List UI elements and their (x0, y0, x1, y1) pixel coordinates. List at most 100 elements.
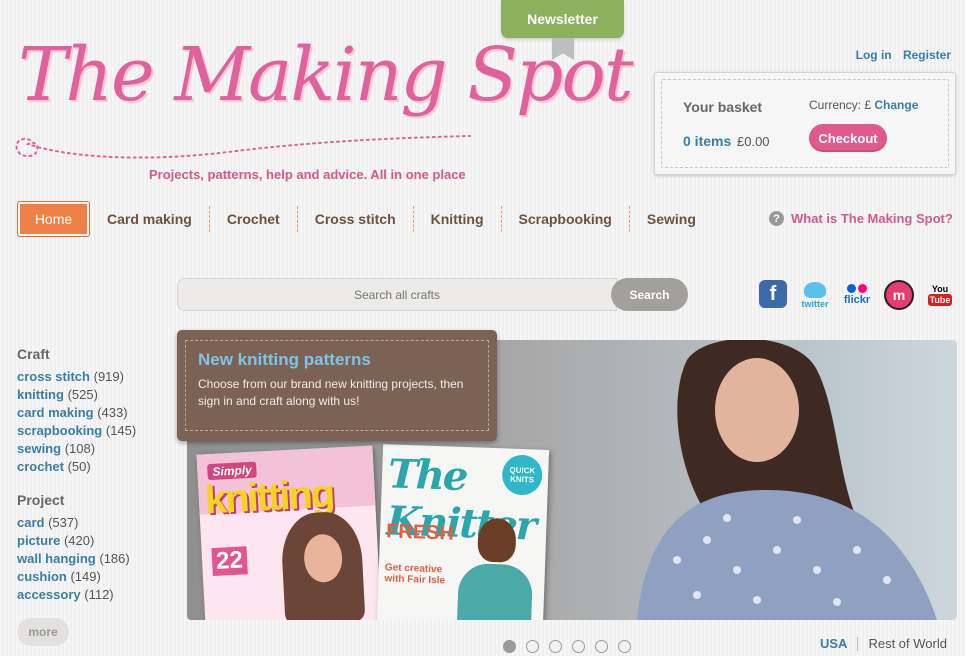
list-item: card making (433) (17, 404, 167, 422)
project-list: card (537) picture (420) wall hanging (1… (17, 514, 167, 604)
list-item: crochet (50) (17, 458, 167, 476)
craft-link[interactable]: knitting (17, 387, 64, 402)
region-usa-link[interactable]: USA (820, 636, 847, 651)
hero-callout[interactable]: New knitting patterns Choose from our br… (177, 330, 497, 441)
flickr-icon[interactable]: flickr (840, 280, 874, 310)
flickr-label: flickr (843, 294, 871, 306)
craft-count: (433) (97, 405, 128, 420)
swirl-icon (15, 135, 471, 159)
list-item: cross stitch (919) (17, 368, 167, 386)
logo[interactable]: The Making Spot (8, 30, 634, 170)
project-count: (186) (99, 551, 130, 566)
flickr-dots-icon (847, 284, 867, 293)
magazine-fair-isle: Get creative with Fair Isle (384, 562, 446, 587)
what-is-link[interactable]: ? What is The Making Spot? (769, 211, 953, 226)
list-item: sewing (108) (17, 440, 167, 458)
nav-sewing[interactable]: Sewing (628, 206, 713, 232)
logo-text: The Making Spot (18, 32, 634, 118)
project-heading: Project (17, 492, 65, 508)
magazine-cover-model (457, 517, 535, 620)
checkout-button[interactable]: Checkout (809, 124, 887, 152)
list-item: accessory (112) (17, 586, 167, 604)
account-links: Log in Register (848, 48, 951, 62)
magazine-fresh: FRESH (385, 520, 455, 545)
basket-panel: Your basket 0 items £0.00 Currency: £ Ch… (654, 72, 956, 175)
carousel-dot[interactable] (503, 640, 516, 653)
list-item: scrapbooking (145) (17, 422, 167, 440)
search-input[interactable] (177, 278, 617, 311)
myspace-icon[interactable]: m (884, 280, 914, 310)
currency-selector: Currency: £ Change (809, 98, 918, 112)
basket-title: Your basket (683, 99, 763, 115)
more-button[interactable]: more (17, 618, 69, 646)
nav-scrapbooking[interactable]: Scrapbooking (500, 206, 629, 232)
main-nav: Home Card making Crochet Cross stitch Kn… (17, 201, 713, 237)
craft-list: cross stitch (919) knitting (525) card m… (17, 368, 167, 476)
carousel-dot[interactable] (618, 640, 631, 653)
change-currency-link[interactable]: Change (874, 98, 918, 112)
craft-count: (525) (67, 387, 98, 402)
list-item: knitting (525) (17, 386, 167, 404)
project-count: (420) (63, 533, 95, 548)
callout-title: New knitting patterns (198, 350, 371, 369)
craft-link[interactable]: sewing (17, 441, 61, 456)
craft-count: (50) (67, 459, 91, 474)
craft-heading: Craft (17, 346, 50, 362)
login-link[interactable]: Log in (856, 48, 892, 62)
youtube-tube: Tube (927, 294, 953, 306)
craft-link[interactable]: crochet (17, 459, 64, 474)
tagline: Projects, patterns, help and advice. All… (149, 167, 466, 182)
project-count: (149) (70, 569, 101, 584)
the-knitter-magazine: The Knitter QUICK KNITS FRESH Get creati… (376, 444, 550, 620)
list-item: picture (420) (17, 532, 167, 550)
register-link[interactable]: Register (903, 48, 951, 62)
twitter-icon[interactable]: twitter (799, 280, 831, 310)
model-photo (637, 340, 937, 620)
craft-link[interactable]: card making (17, 405, 94, 420)
craft-count: (919) (93, 369, 124, 384)
project-link[interactable]: picture (17, 533, 60, 548)
twitter-label: twitter (801, 298, 829, 309)
basket-total: £0.00 (737, 134, 770, 149)
carousel-dot[interactable] (526, 640, 539, 653)
help-icon: ? (769, 211, 784, 226)
basket-items-link[interactable]: 0 items (683, 133, 731, 149)
magazine-patterns-count: 22 (211, 546, 248, 577)
currency-label: Currency: £ (809, 98, 872, 112)
nav-crochet[interactable]: Crochet (208, 206, 297, 232)
craft-count: (108) (64, 441, 96, 456)
simply-knitting-magazine: Simply knitting 22 (196, 445, 382, 620)
project-link[interactable]: accessory (17, 587, 81, 602)
youtube-icon[interactable]: You Tube (927, 280, 953, 310)
nav-home[interactable]: Home (17, 201, 90, 237)
project-link[interactable]: wall hanging (17, 551, 96, 566)
search-button[interactable]: Search (611, 278, 688, 311)
carousel-dot[interactable] (572, 640, 585, 653)
craft-count: (145) (105, 423, 137, 438)
list-item: card (537) (17, 514, 167, 532)
project-count: (537) (48, 515, 79, 530)
sidebar: Craft cross stitch (919) knitting (525) … (17, 346, 167, 646)
youtube-you: You (931, 284, 949, 294)
region-rest-of-world-link[interactable]: Rest of World (868, 636, 947, 651)
project-link[interactable]: card (17, 515, 44, 530)
what-is-label: What is The Making Spot? (791, 211, 953, 226)
list-item: cushion (149) (17, 568, 167, 586)
craft-link[interactable]: scrapbooking (17, 423, 102, 438)
magazine-cover-model (279, 510, 366, 620)
project-link[interactable]: cushion (17, 569, 67, 584)
facebook-icon[interactable]: f (759, 280, 787, 308)
twitter-bird-icon (804, 281, 826, 298)
nav-knitting[interactable]: Knitting (412, 206, 501, 232)
project-count: (112) (84, 587, 114, 602)
carousel-dots (503, 640, 631, 653)
divider (857, 636, 859, 651)
callout-text: Choose from our brand new knitting proje… (198, 377, 464, 408)
nav-card-making[interactable]: Card making (90, 206, 209, 232)
list-item: wall hanging (186) (17, 550, 167, 568)
craft-link[interactable]: cross stitch (17, 369, 90, 384)
carousel-dot[interactable] (549, 640, 562, 653)
carousel-dot[interactable] (595, 640, 608, 653)
nav-cross-stitch[interactable]: Cross stitch (296, 206, 413, 232)
region-selector: USA Rest of World (820, 636, 947, 651)
